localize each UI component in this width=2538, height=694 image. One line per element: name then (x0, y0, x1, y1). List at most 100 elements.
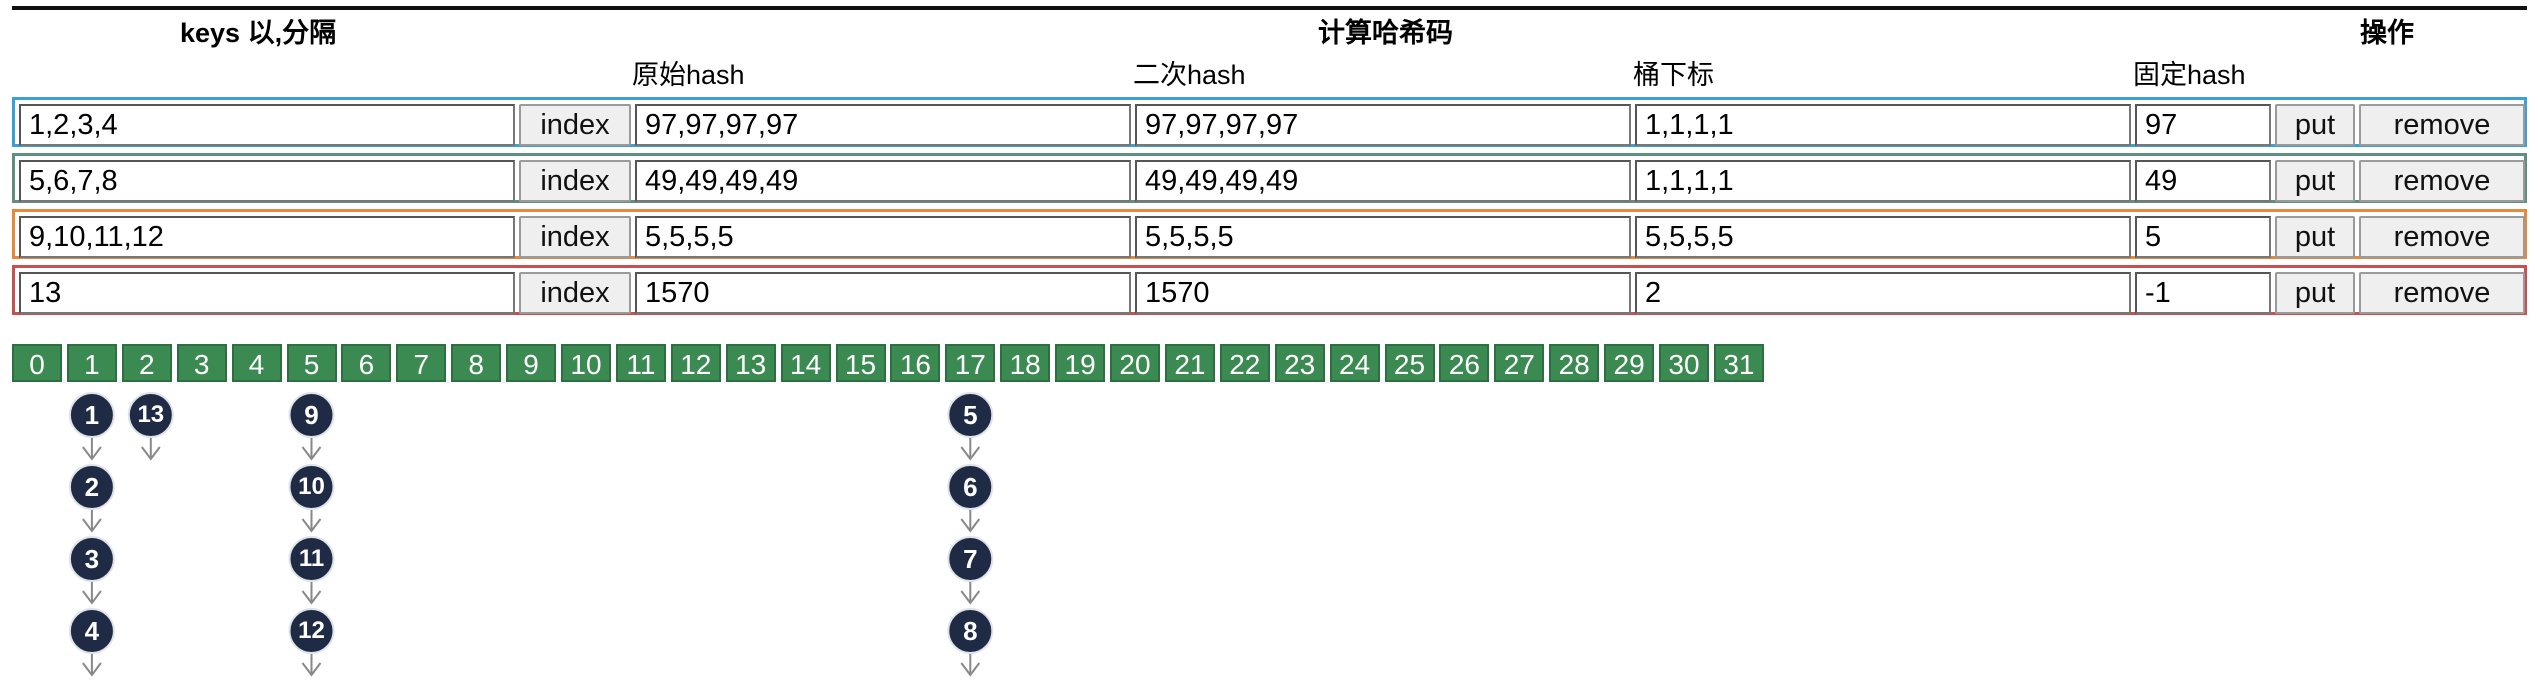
subheader-raw-hash: 原始hash (632, 60, 745, 90)
top-divider (12, 6, 2527, 10)
chain-arrow-head (960, 662, 981, 677)
remove-button[interactable]: remove (2359, 104, 2525, 146)
bucket-11: 11 (615, 344, 666, 382)
second-hash-field[interactable]: 5,5,5,5 (1135, 216, 1631, 258)
header-ops: 操作 (2360, 18, 2414, 48)
key-row: 1,2,3,4 index 97,97,97,97 97,97,97,97 1,… (12, 97, 2527, 147)
bucket-4: 4 (231, 344, 282, 382)
bucket-29: 29 (1604, 344, 1655, 382)
second-hash-field[interactable]: 1570 (1135, 272, 1631, 314)
chain-arrow-head (960, 518, 981, 533)
chain-node-label: 8 (963, 616, 978, 646)
index-button[interactable]: index (519, 216, 631, 258)
chain-node-label: 13 (137, 401, 165, 428)
raw-hash-field[interactable]: 1570 (635, 272, 1131, 314)
remove-button[interactable]: remove (2359, 272, 2525, 314)
bucket-10: 10 (561, 344, 611, 382)
index-button[interactable]: index (519, 104, 631, 146)
bucket-2: 2 (121, 344, 172, 382)
key-row: 13 index 1570 1570 2 -1 put remove (12, 265, 2527, 315)
chain-arrow-head (301, 662, 322, 677)
subheader-fixed-hash: 固定hash (2133, 60, 2246, 90)
bucket-17: 17 (945, 344, 996, 382)
bucket-8: 8 (451, 344, 502, 382)
chain-node-label: 1 (84, 400, 100, 430)
fixed-hash-field[interactable]: 97 (2135, 104, 2271, 146)
bucket-18: 18 (1000, 344, 1051, 382)
bucket-24: 24 (1329, 344, 1380, 382)
chain-node-label: 2 (84, 472, 100, 502)
chain-node-label: 7 (963, 544, 978, 574)
bucket-index-field[interactable]: 1,1,1,1 (1635, 160, 2131, 202)
header-compute: 计算哈希码 (1318, 18, 1453, 48)
chain-arrow-head (960, 590, 981, 605)
keys-input[interactable]: 5,6,7,8 (19, 160, 515, 202)
bucket-12: 12 (670, 344, 721, 382)
chain-arrow-head (82, 518, 102, 533)
put-button[interactable]: put (2275, 216, 2355, 258)
bucket-index-field[interactable]: 2 (1635, 272, 2131, 314)
keys-input[interactable]: 9,10,11,12 (19, 216, 515, 258)
keys-input[interactable]: 13 (19, 272, 515, 314)
bucket-25: 25 (1384, 344, 1435, 382)
bucket-26: 26 (1439, 344, 1490, 382)
index-button[interactable]: index (519, 272, 631, 314)
chain-node-label: 6 (963, 472, 978, 502)
bucket-20: 20 (1110, 344, 1160, 382)
bucket-0: 0 (12, 344, 62, 382)
subheader-bucket-index: 桶下标 (1633, 60, 1714, 90)
bucket-index-field[interactable]: 1,1,1,1 (1635, 104, 2131, 146)
bucket-15: 15 (835, 344, 886, 382)
subheader-second-hash: 二次hash (1133, 60, 1246, 90)
bucket-27: 27 (1494, 344, 1545, 382)
bucket-1: 1 (66, 344, 117, 382)
put-button[interactable]: put (2275, 104, 2355, 146)
raw-hash-field[interactable]: 49,49,49,49 (635, 160, 1131, 202)
chain-node-label: 5 (963, 400, 978, 430)
index-button[interactable]: index (519, 160, 631, 202)
bucket-28: 28 (1549, 344, 1600, 382)
fixed-hash-field[interactable]: -1 (2135, 272, 2271, 314)
fixed-hash-field[interactable]: 49 (2135, 160, 2271, 202)
bucket-7: 7 (396, 344, 447, 382)
chain-node-label: 3 (84, 544, 100, 574)
chain-arrow-head (82, 590, 102, 605)
chain-arrow-head (141, 446, 161, 461)
chain-node-label: 9 (304, 400, 319, 430)
chain-node-label: 12 (298, 617, 325, 644)
second-hash-field[interactable]: 97,97,97,97 (1135, 104, 1631, 146)
put-button[interactable]: put (2275, 272, 2355, 314)
bucket-14: 14 (780, 344, 831, 382)
bucket-23: 23 (1274, 344, 1325, 382)
remove-button[interactable]: remove (2359, 216, 2525, 258)
chain-node-label: 4 (84, 616, 100, 646)
bucket-3: 3 (176, 344, 227, 382)
remove-button[interactable]: remove (2359, 160, 2525, 202)
bucket-9: 9 (506, 344, 557, 382)
bucket-30: 30 (1659, 344, 1709, 382)
chain-arrow-head (82, 446, 102, 461)
chain-arrow-head (301, 518, 322, 533)
raw-hash-field[interactable]: 5,5,5,5 (635, 216, 1131, 258)
keys-input[interactable]: 1,2,3,4 (19, 104, 515, 146)
chain-arrow-head (960, 446, 981, 461)
bucket-5: 5 (286, 344, 337, 382)
bucket-21: 21 (1164, 344, 1215, 382)
bucket-16: 16 (890, 344, 941, 382)
bucket-index-field[interactable]: 5,5,5,5 (1635, 216, 2131, 258)
header-keys: keys 以,分隔 (180, 18, 337, 48)
chain-arrow-head (301, 446, 322, 461)
fixed-hash-field[interactable]: 5 (2135, 216, 2271, 258)
key-row: 5,6,7,8 index 49,49,49,49 49,49,49,49 1,… (12, 153, 2527, 203)
bucket-13: 13 (725, 344, 776, 382)
chain-node-label: 10 (298, 473, 325, 500)
chain-node-label: 11 (298, 545, 325, 572)
bucket-6: 6 (341, 344, 392, 382)
bucket-22: 22 (1219, 344, 1270, 382)
second-hash-field[interactable]: 49,49,49,49 (1135, 160, 1631, 202)
chain-arrow-head (82, 662, 102, 677)
key-row: 9,10,11,12 index 5,5,5,5 5,5,5,5 5,5,5,5… (12, 209, 2527, 259)
chain-arrow-head (301, 590, 322, 605)
put-button[interactable]: put (2275, 160, 2355, 202)
raw-hash-field[interactable]: 97,97,97,97 (635, 104, 1131, 146)
